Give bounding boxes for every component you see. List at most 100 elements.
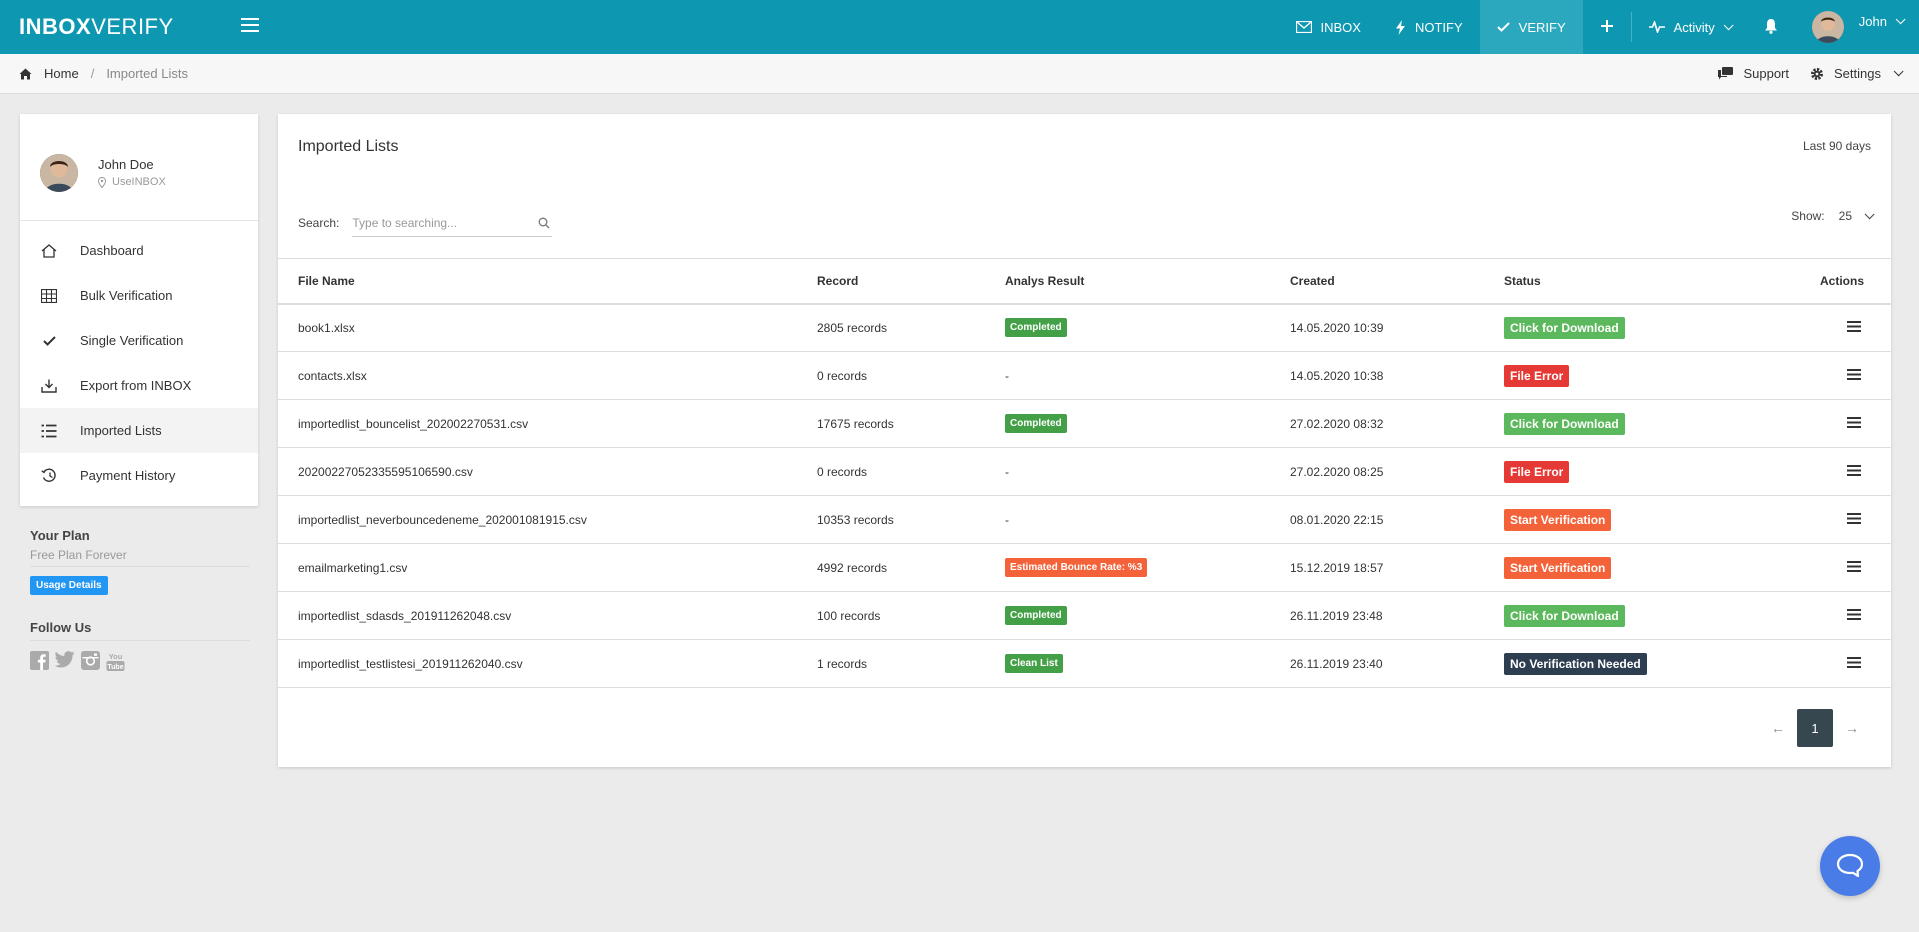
sidebar-item-imported-lists[interactable]: Imported Lists <box>20 408 258 453</box>
toolbar: Support Settings <box>1697 66 1904 81</box>
support-label: Support <box>1743 66 1790 81</box>
svg-text:Tube: Tube <box>107 664 123 671</box>
created-date: 27.02.2020 08:25 <box>1290 447 1504 496</box>
sidebar-item-payment-history[interactable]: Payment History <box>20 453 258 498</box>
prev-page-button[interactable]: ← <box>1759 720 1797 736</box>
page-title: Imported Lists <box>298 138 399 155</box>
row-actions-menu-icon[interactable] <box>1847 368 1861 380</box>
table-row: importedlist_bouncelist_202002270531.csv… <box>278 399 1891 448</box>
nav-verify[interactable]: VERIFY <box>1479 0 1583 54</box>
pulse-icon <box>1648 21 1665 33</box>
record-count: 10353 records <box>817 495 1005 544</box>
page-size-label: Show: <box>1791 209 1825 223</box>
brand-logo[interactable]: INB O X VERIFY <box>19 12 174 42</box>
follow-heading: Follow Us <box>30 620 250 641</box>
row-actions-menu-icon[interactable] <box>1847 560 1861 572</box>
search-icon[interactable] <box>538 217 550 229</box>
search-box <box>352 209 553 237</box>
analysis-result-badge: Completed <box>1005 318 1067 338</box>
record-count: 1 records <box>817 639 1005 688</box>
row-actions-menu-icon[interactable] <box>1847 464 1861 476</box>
check-icon <box>40 335 58 346</box>
nav-notify[interactable]: NOTIFY <box>1378 0 1480 54</box>
table-row: 20200227052335595106590.csv 0 records - … <box>278 447 1891 496</box>
analysis-result-badge: Completed <box>1005 606 1067 625</box>
history-icon <box>40 468 58 483</box>
created-date: 26.11.2019 23:48 <box>1290 591 1504 640</box>
nav-activity-label: Activity <box>1673 19 1715 35</box>
row-actions-menu-icon[interactable] <box>1847 416 1861 428</box>
start-verification-button[interactable]: Start Verification <box>1504 556 1612 579</box>
breadcrumb-current: Imported Lists <box>106 66 188 81</box>
analysis-result-badge: Completed <box>1005 414 1067 433</box>
sidebar-item-export[interactable]: Export from INBOX <box>20 363 258 408</box>
settings-menu[interactable]: Settings <box>1810 66 1904 81</box>
row-actions-menu-icon[interactable] <box>1847 656 1861 668</box>
no-verification-badge[interactable]: No Verification Needed <box>1504 652 1647 675</box>
profile-company-label: UseINBOX <box>112 176 166 188</box>
nav-notify-label: NOTIFY <box>1414 19 1463 35</box>
record-count: 17675 records <box>817 399 1005 448</box>
breadcrumb-bar: Home / Imported Lists Support Settings <box>0 54 1919 94</box>
row-actions-menu-icon[interactable] <box>1847 512 1861 524</box>
logo-text-verify: VERIFY <box>91 14 174 39</box>
live-chat-button[interactable] <box>1820 836 1880 896</box>
plan-name: Free Plan Forever <box>30 548 250 567</box>
usage-details-button[interactable]: Usage Details <box>30 576 108 595</box>
grid-icon <box>40 288 58 303</box>
analysis-result: - <box>1005 495 1290 544</box>
sidebar-item-bulk-verification[interactable]: Bulk Verification <box>20 273 258 318</box>
instagram-icon[interactable] <box>81 651 100 672</box>
nav-inbox[interactable]: INBOX <box>1279 0 1378 54</box>
file-name: contacts.xlsx <box>278 351 817 400</box>
row-actions-menu-icon[interactable] <box>1847 608 1861 620</box>
twitter-icon[interactable] <box>55 651 75 672</box>
facebook-icon[interactable] <box>30 651 49 672</box>
sidebar-item-label: Bulk Verification <box>80 288 173 303</box>
sidebar-item-single-verification[interactable]: Single Verification <box>20 318 258 363</box>
date-range[interactable]: Last 90 days <box>1803 139 1871 153</box>
chevron-down-icon <box>1723 19 1734 30</box>
notifications-button[interactable] <box>1747 0 1795 54</box>
page-size-select[interactable]: 25 <box>1839 208 1875 223</box>
analysis-result-badge: Estimated Bounce Rate: %3 <box>1005 558 1148 577</box>
breadcrumb-home[interactable]: Home <box>44 66 79 81</box>
column-header-file-name: File Name <box>278 258 817 305</box>
record-count: 4992 records <box>817 543 1005 592</box>
gear-icon <box>1810 67 1824 81</box>
social-links: You Tube <box>30 651 250 672</box>
search-input[interactable] <box>352 215 523 230</box>
table-row: importedlist_neverbouncedeneme_202001081… <box>278 495 1891 544</box>
youtube-icon[interactable]: You Tube <box>106 651 125 672</box>
download-button[interactable]: Click for Download <box>1504 316 1625 339</box>
next-page-button[interactable]: → <box>1833 720 1871 736</box>
envelope-icon <box>1295 21 1312 33</box>
sidebar-item-dashboard[interactable]: Dashboard <box>20 228 258 273</box>
user-menu[interactable]: John <box>1795 0 1919 54</box>
analysis-result: - <box>1005 447 1290 496</box>
hamburger-menu-icon[interactable] <box>241 18 259 34</box>
nav-activity[interactable]: Activity <box>1632 0 1747 54</box>
current-page-button[interactable]: 1 <box>1797 709 1833 747</box>
chat-bubble-icon <box>1836 853 1864 879</box>
sidebar-item-label: Export from INBOX <box>80 378 192 393</box>
map-pin-icon <box>98 176 106 188</box>
file-error-badge[interactable]: File Error <box>1504 364 1570 387</box>
table-header-row: File Name Record Analys Result Created S… <box>278 258 1891 305</box>
svg-text:You: You <box>109 652 123 661</box>
download-button[interactable]: Click for Download <box>1504 604 1625 627</box>
row-actions-menu-icon[interactable] <box>1847 320 1861 332</box>
start-verification-button[interactable]: Start Verification <box>1504 508 1612 531</box>
file-name: importedlist_bouncelist_202002270531.csv <box>278 399 817 448</box>
download-button[interactable]: Click for Download <box>1504 412 1625 435</box>
support-link[interactable]: Support <box>1718 66 1789 81</box>
chevron-down-icon <box>1895 13 1906 24</box>
home-icon[interactable] <box>19 68 32 80</box>
add-button[interactable] <box>1583 0 1631 54</box>
file-error-badge[interactable]: File Error <box>1504 460 1570 483</box>
chat-bubbles-icon <box>1718 67 1734 80</box>
avatar <box>40 154 78 192</box>
top-nav: INBOX NOTIFY VERIFY Activity John <box>1279 0 1919 54</box>
analysis-result-badge: Clean List <box>1005 654 1063 673</box>
record-count: 2805 records <box>817 303 1005 352</box>
